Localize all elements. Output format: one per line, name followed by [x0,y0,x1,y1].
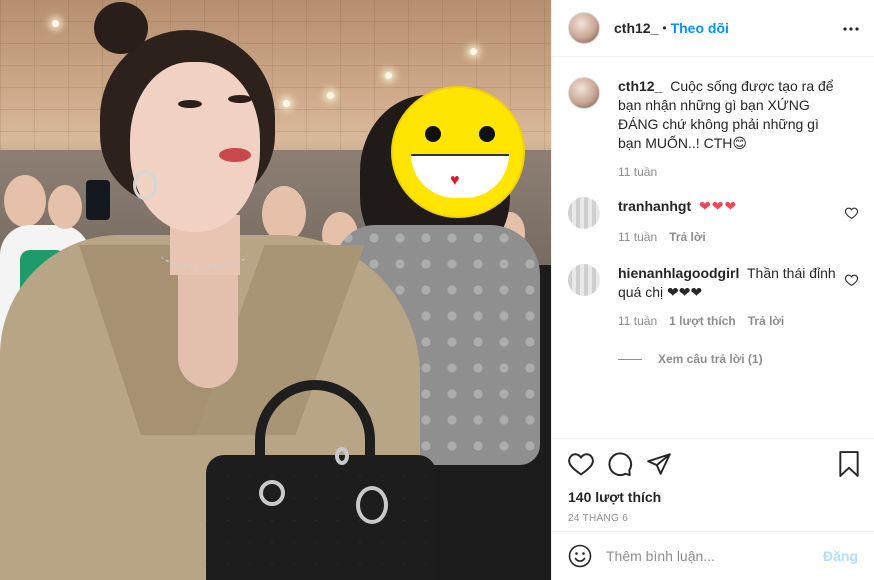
instagram-post: ♥ cth12_ • Theo dõi cth12_ Cuộc sống đượ… [0,0,874,580]
ceiling-light [327,92,334,99]
header-username[interactable]: cth12_ [614,20,658,36]
avatar[interactable] [568,77,600,109]
smiley-eye [425,126,441,142]
avatar[interactable] [568,197,600,229]
avatar[interactable] [568,264,600,296]
view-replies-label: Xem câu trả lời (1) [658,352,763,366]
comment-likes[interactable]: 1 lượt thích [669,314,736,328]
comment-input[interactable] [606,548,823,564]
ceiling-light [283,100,290,107]
post-comment-button[interactable]: Đăng [823,548,858,564]
reply-button[interactable]: Trả lời [748,314,785,328]
smile-emoji-icon[interactable] [568,544,592,568]
post-date[interactable]: 24 THÁNG 6 [568,513,858,524]
comments-list: cth12_ Cuộc sống được tạo ra để bạn nhận… [552,57,874,438]
eye [178,100,202,108]
send-icon[interactable] [646,452,672,476]
red-lips [219,148,251,162]
ceiling-light [385,72,392,79]
background-phone [86,180,110,220]
caption: cth12_ Cuộc sống được tạo ra để bạn nhận… [568,77,858,179]
reply-button[interactable]: Trả lời [669,230,706,244]
face [130,62,260,232]
heart-icon[interactable] [844,207,859,222]
background-face [262,186,306,242]
smiley-heart: ♥ [450,172,460,189]
comment-time[interactable]: 11 tuần [618,314,657,328]
ceiling-light [470,48,477,55]
comment-icon[interactable] [607,451,633,477]
caption-time[interactable]: 11 tuần [618,165,657,179]
eye [228,95,252,103]
bag-charm [259,480,285,506]
comment: tranhanhgt ❤❤❤ 11 tuần Trả lời [568,197,859,244]
comment-text: ❤❤❤ [699,198,738,214]
post-photo[interactable]: ♥ [0,0,551,580]
hair-bun [94,2,148,54]
post-sidebar: cth12_ • Theo dõi cth12_ Cuộc sống được … [551,0,874,580]
post-actions: 140 lượt thích 24 THÁNG 6 [552,438,874,531]
smiley-eye [479,126,495,142]
hoop-earring [133,170,157,200]
comment-username[interactable]: tranhanhgt [618,198,691,214]
view-replies-line [618,358,642,360]
view-replies-button[interactable]: Xem câu trả lời (1) [618,352,858,366]
silver-necklace [160,240,248,268]
bag-charm [335,447,349,465]
header-separator: • [662,21,667,35]
background-face [4,175,46,227]
comment-username[interactable]: hienanhlagoodgirl [618,265,739,281]
add-comment-bar: Đăng [552,531,874,580]
heart-icon[interactable] [568,452,594,476]
post-header: cth12_ • Theo dõi [552,0,874,57]
follow-button[interactable]: Theo dõi [671,20,729,36]
ceiling-light [52,20,59,27]
bag-charm [356,486,388,524]
caption-username[interactable]: cth12_ [618,78,662,94]
background-face [48,185,82,229]
black-quilted-handbag [206,455,436,580]
heart-icon[interactable] [844,274,859,289]
bookmark-icon[interactable] [838,451,860,480]
smiley-face-sticker: ♥ [391,86,525,218]
comment: hienanhlagoodgirl Thần thái đỉnh quá chị… [568,264,859,328]
likes-count[interactable]: 140 lượt thích [568,489,858,505]
comment-time[interactable]: 11 tuần [618,230,657,244]
more-horizontal-icon[interactable] [842,19,860,37]
neckline [178,268,238,388]
avatar[interactable] [568,12,600,44]
